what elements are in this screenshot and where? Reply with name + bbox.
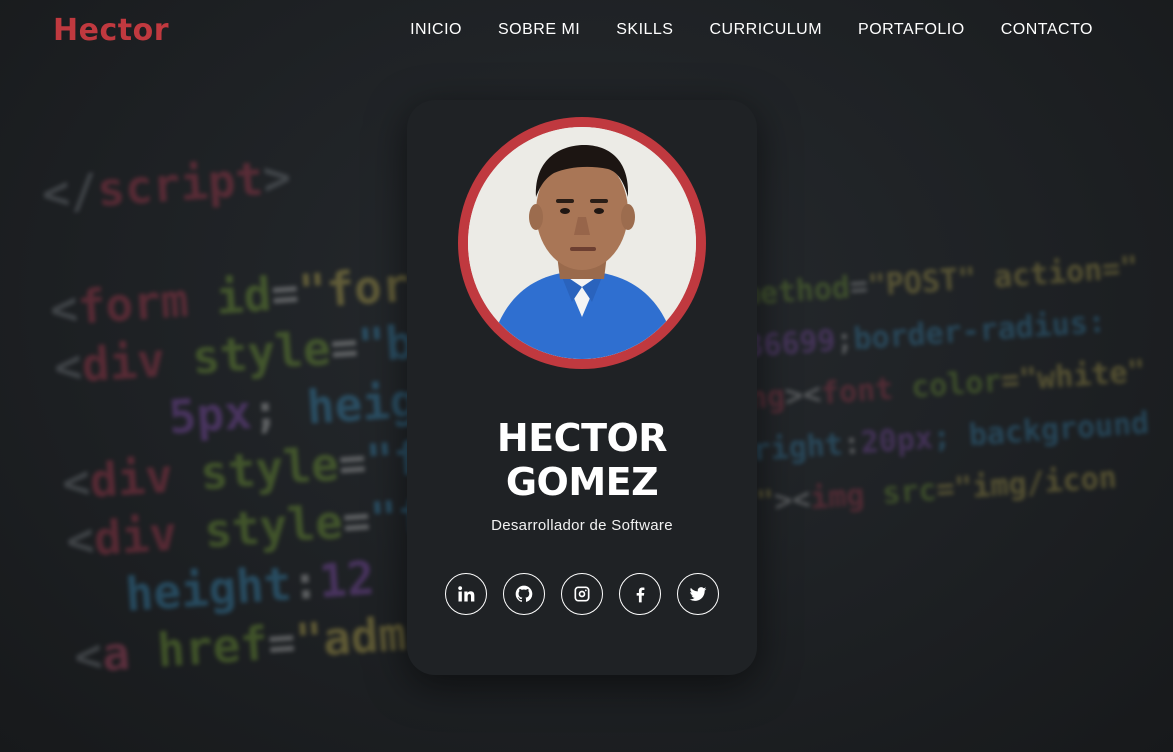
nav-link-sobre-mi[interactable]: SOBRE MI (498, 21, 580, 39)
profile-role: Desarrollador de Software (491, 517, 673, 534)
github-button[interactable] (503, 573, 545, 615)
navbar: Hector INICIO SOBRE MI SKILLS CURRICULUM… (0, 0, 1173, 60)
avatar-ring (458, 117, 706, 369)
github-icon (515, 585, 533, 602)
nav-link-portafolio[interactable]: PORTAFOLIO (858, 21, 965, 39)
profile-name: HECTOR GOMEZ (407, 416, 757, 504)
nav-link-curriculum[interactable]: CURRICULUM (709, 21, 822, 39)
nav-links: INICIO SOBRE MI SKILLS CURRICULUM PORTAF… (374, 21, 1093, 39)
avatar (468, 127, 696, 359)
profile-last-name: GOMEZ (505, 460, 659, 504)
profile-card: HECTOR GOMEZ Desarrollador de Software (407, 100, 757, 675)
linkedin-icon (458, 586, 475, 602)
twitter-icon (689, 587, 707, 601)
profile-photo (468, 127, 696, 359)
profile-first-name: HECTOR (496, 416, 668, 460)
brand-logo[interactable]: Hector (53, 13, 169, 48)
linkedin-button[interactable] (445, 573, 487, 615)
facebook-icon (636, 587, 645, 603)
nav-link-skills[interactable]: SKILLS (616, 21, 673, 39)
twitter-button[interactable] (677, 573, 719, 615)
instagram-button[interactable] (561, 573, 603, 615)
nav-link-inicio[interactable]: INICIO (410, 21, 462, 39)
nav-link-contacto[interactable]: CONTACTO (1001, 21, 1093, 39)
facebook-button[interactable] (619, 573, 661, 615)
instagram-icon (574, 586, 590, 602)
social-links (445, 573, 719, 615)
